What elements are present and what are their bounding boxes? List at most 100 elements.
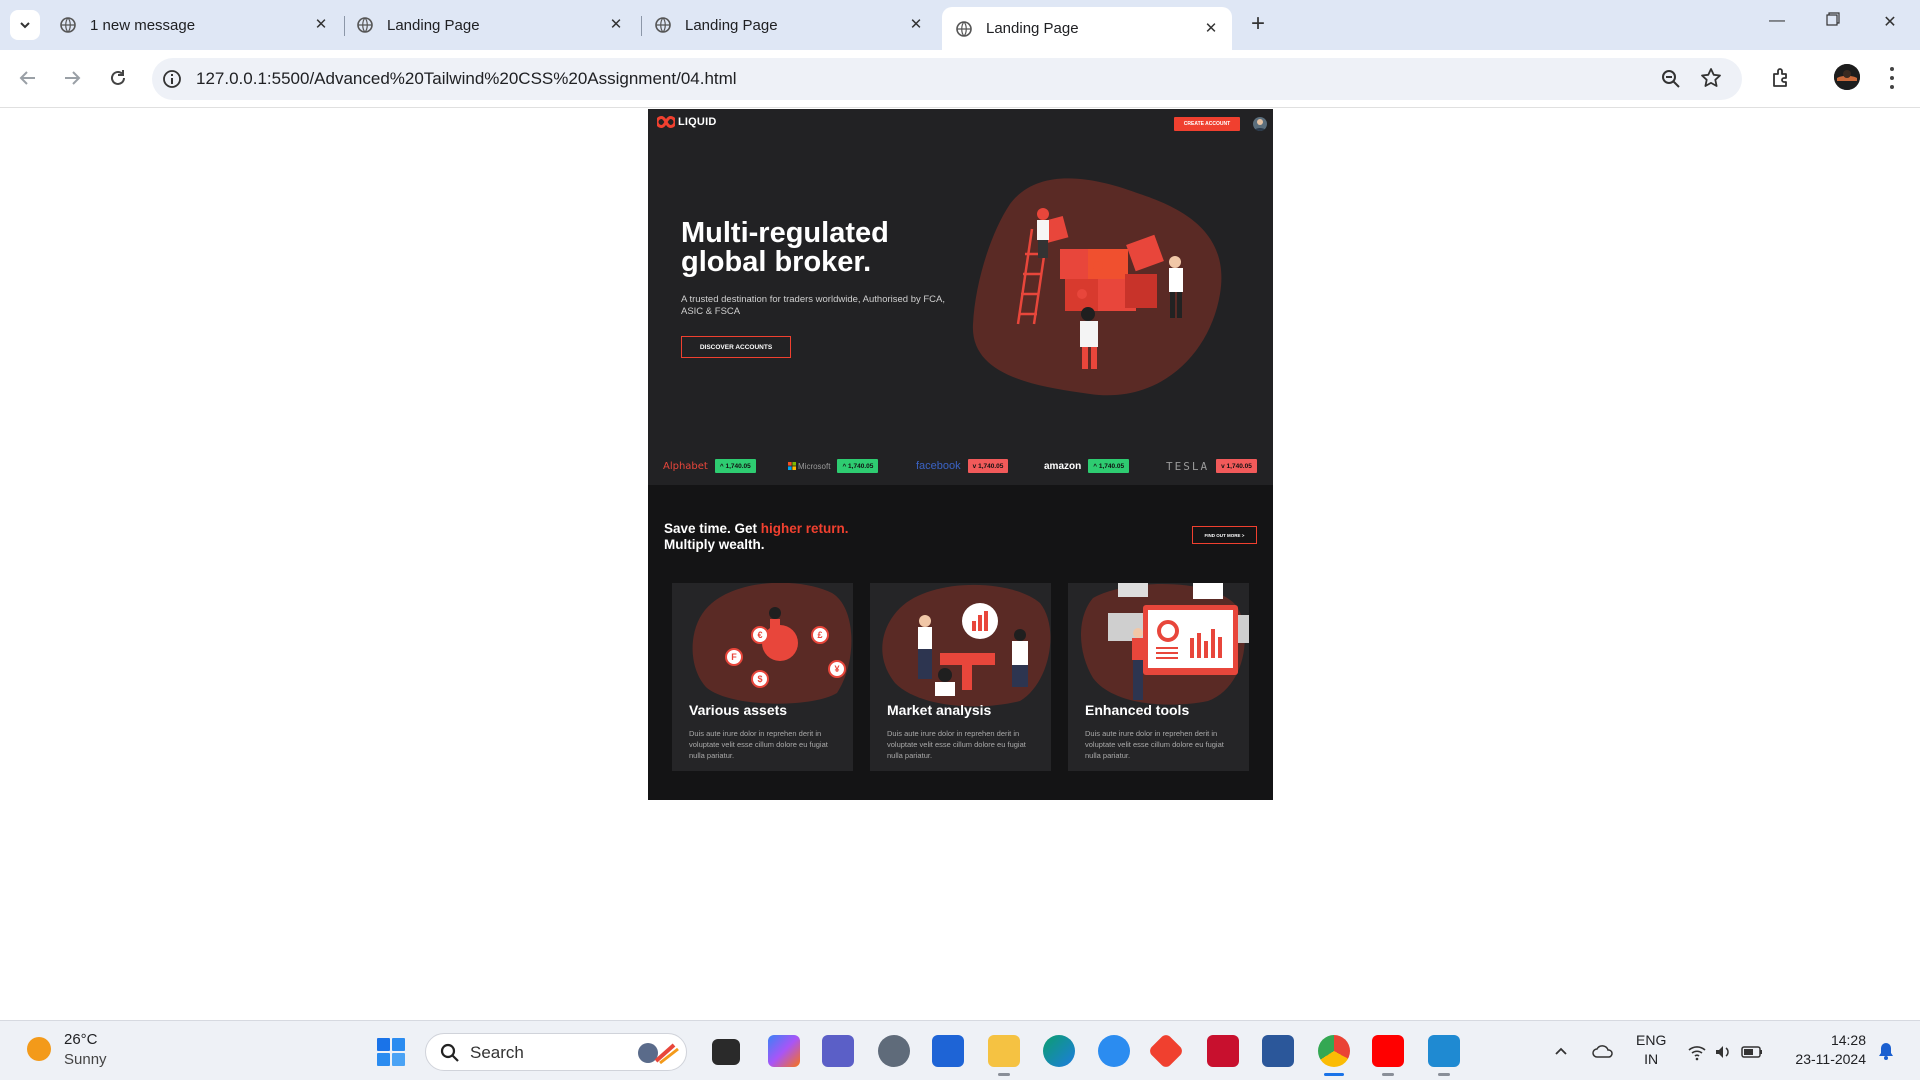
settings-icon[interactable] [878, 1035, 910, 1067]
chevron-down-icon [20, 22, 30, 29]
find-out-more-button[interactable]: FIND OUT MORE > [1192, 526, 1257, 544]
user-avatar[interactable] [1253, 117, 1267, 131]
feature-card[interactable]: Enhanced tools Duis aute irure dolor in … [1068, 583, 1249, 771]
heading-prefix: Save time. Get [664, 521, 761, 536]
mcafee-icon[interactable] [1207, 1035, 1239, 1067]
chevron-up-icon[interactable] [1553, 1043, 1569, 1059]
puzzle-team-illustration [972, 178, 1222, 396]
arrow-left-icon [19, 71, 35, 85]
restore-icon [1826, 12, 1840, 26]
extensions-icon[interactable] [1770, 66, 1794, 90]
minimize-button[interactable]: — [1762, 12, 1792, 30]
card-title: Various assets [689, 702, 788, 718]
card-text: Duis aute irure dolor in reprehen derit … [689, 729, 828, 760]
browser-menu-button[interactable] [1880, 64, 1904, 92]
word-icon[interactable] [1262, 1035, 1294, 1067]
language-indicator[interactable]: ENG IN [1636, 1031, 1666, 1069]
tab[interactable]: 1 new message ✕ [60, 9, 330, 41]
youtube-icon[interactable] [1372, 1035, 1404, 1067]
globe-icon [956, 20, 972, 37]
bookmark-star-icon[interactable] [1700, 67, 1722, 89]
tab-title: 1 new message [90, 16, 196, 34]
search-placeholder: Search [470, 1043, 524, 1062]
profile-avatar[interactable] [1834, 64, 1860, 90]
card-text: Duis aute irure dolor in reprehen derit … [887, 729, 1026, 760]
close-icon[interactable]: ✕ [607, 16, 625, 34]
ticker-item[interactable]: Alphabet ^ 1,740.05 [663, 458, 756, 474]
ticker-price: ^ 1,740.05 [837, 459, 879, 473]
back-button[interactable] [13, 63, 43, 93]
windows-start-icon[interactable] [376, 1037, 406, 1067]
clock-time: 14:28 [1830, 1032, 1866, 1048]
running-indicator [998, 1073, 1010, 1076]
edge-icon[interactable] [1043, 1035, 1075, 1067]
restore-button[interactable] [1818, 12, 1848, 31]
zoom-icon[interactable] [1660, 68, 1682, 90]
git-icon[interactable] [1147, 1032, 1185, 1070]
svg-text:F: F [731, 652, 737, 662]
onedrive-cloud-icon[interactable] [1592, 1043, 1614, 1059]
feature-card[interactable]: € £ F $ ¥ Various assets Duis aute irure dol… [672, 583, 853, 771]
close-icon[interactable]: ✕ [907, 16, 925, 34]
tab-search-button[interactable] [10, 10, 40, 40]
globe-icon [357, 17, 373, 33]
svg-text:$: $ [757, 674, 762, 684]
weather-app-icon[interactable] [1098, 1035, 1130, 1067]
forward-button[interactable] [57, 63, 87, 93]
create-account-button[interactable]: CREATE ACCOUNT [1174, 117, 1240, 131]
amazon-logo: amazon [1044, 460, 1082, 472]
tab-title: Landing Page [986, 20, 1079, 37]
close-icon[interactable]: ✕ [1202, 20, 1220, 38]
chrome-icon[interactable] [1318, 1035, 1350, 1067]
tab-title: Landing Page [685, 16, 778, 34]
discover-accounts-button[interactable]: DISCOVER ACCOUNTS [681, 336, 791, 358]
browser-window: 1 new message ✕ Landing Page ✕ Landing P… [0, 0, 1920, 108]
file-explorer-icon[interactable] [712, 1039, 740, 1065]
globe-icon [60, 17, 76, 33]
system-tray-icons[interactable] [1686, 1042, 1766, 1062]
close-icon[interactable]: ✕ [312, 16, 330, 34]
teams-icon[interactable] [822, 1035, 854, 1067]
feature-card[interactable]: Market analysis Duis aute irure dolor in… [870, 583, 1051, 771]
url-text[interactable]: 127.0.0.1:5500/Advanced%20Tailwind%20CSS… [196, 69, 737, 89]
globe-icon [655, 17, 671, 33]
svg-text:€: € [757, 630, 762, 640]
microsoft-icon [788, 462, 796, 470]
infinity-logo-icon [657, 116, 675, 128]
card-title: Market analysis [887, 702, 992, 718]
section-heading: Save time. Get higher return. Multiply w… [664, 521, 849, 553]
folder-icon[interactable] [988, 1035, 1020, 1067]
vscode-icon[interactable] [1428, 1035, 1460, 1067]
tab-divider [344, 16, 345, 36]
ticker-item[interactable]: amazon ^ 1,740.05 [1044, 458, 1130, 474]
site-info-icon[interactable] [162, 69, 182, 89]
ticker-item[interactable]: TESLA v 1,740.05 [1166, 458, 1257, 474]
taskbar-search-box[interactable]: Search [425, 1033, 687, 1071]
new-tab-button[interactable]: + [1246, 12, 1270, 36]
heading-line2: Multiply wealth. [664, 537, 765, 552]
tab[interactable]: Landing Page ✕ [357, 9, 625, 41]
notification-bell-icon[interactable] [1877, 1041, 1895, 1061]
store-icon[interactable] [932, 1035, 964, 1067]
copilot-icon[interactable] [768, 1035, 800, 1067]
weather-temperature[interactable]: 26°C [64, 1031, 98, 1048]
clock[interactable]: 14:28 23-11-2024 [1786, 1031, 1866, 1069]
meeting-illustration [882, 584, 1051, 707]
lang-line2: IN [1644, 1051, 1659, 1067]
tab-active[interactable]: Landing Page ✕ [942, 7, 1232, 50]
clock-date: 23-11-2024 [1795, 1051, 1866, 1067]
tab[interactable]: Landing Page ✕ [655, 9, 925, 41]
landing-page: LIQUID CREATE ACCOUNT Multi-regulated gl… [648, 109, 1273, 800]
weather-description[interactable]: Sunny [64, 1051, 107, 1068]
address-bar[interactable]: 127.0.0.1:5500/Advanced%20Tailwind%20CSS… [152, 58, 1742, 100]
active-indicator [1324, 1073, 1344, 1076]
ticker-item[interactable]: Microsoft ^ 1,740.05 [788, 458, 879, 474]
reload-icon [111, 70, 125, 85]
avatar-image [1834, 64, 1860, 90]
search-icon [440, 1043, 459, 1062]
site-logo[interactable]: LIQUID [657, 116, 716, 128]
reload-button[interactable] [103, 63, 133, 93]
close-window-button[interactable]: ✕ [1875, 12, 1905, 32]
ticker-item[interactable]: facebook v 1,740.05 [916, 458, 1009, 474]
sun-icon[interactable] [27, 1037, 51, 1061]
